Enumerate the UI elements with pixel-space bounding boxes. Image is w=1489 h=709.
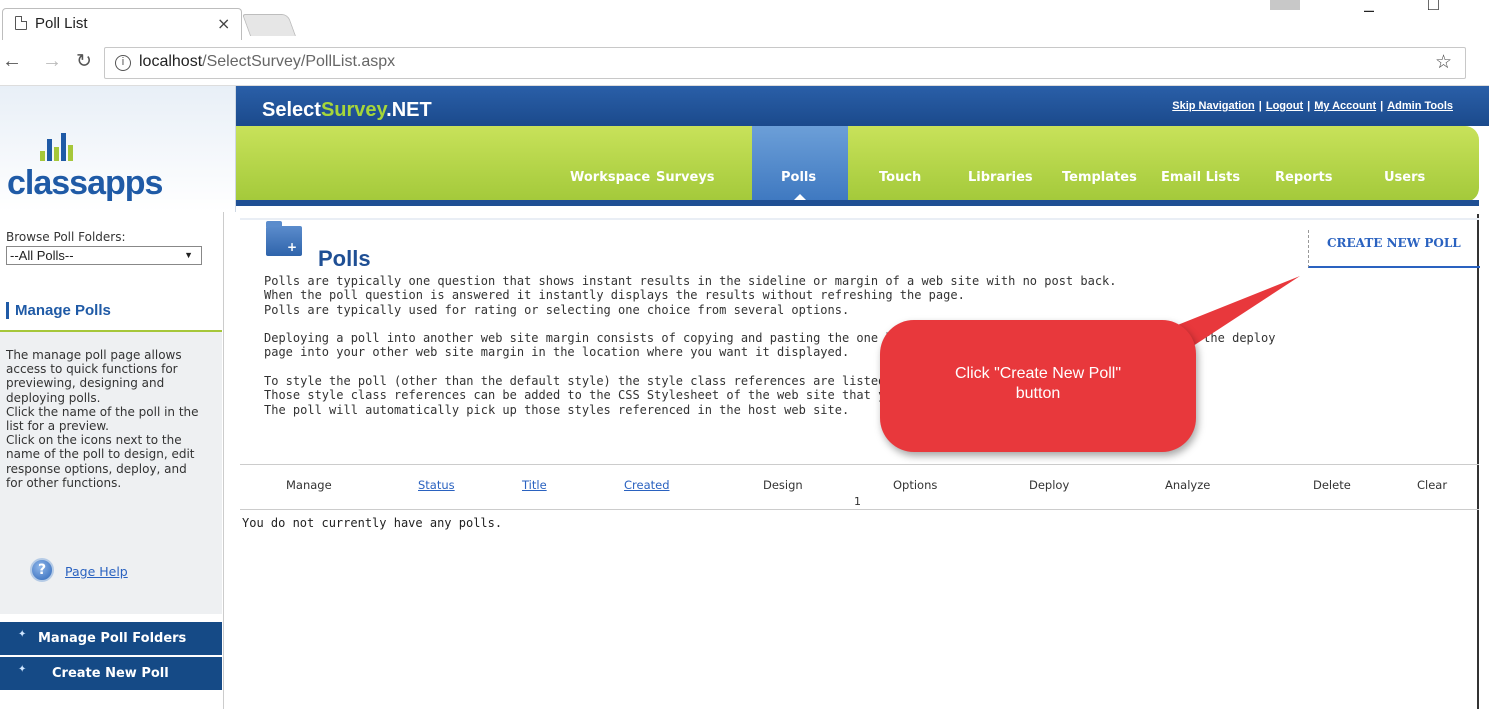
- nav-tab-templates[interactable]: Templates: [1062, 170, 1137, 185]
- left-sidebar: Browse Poll Folders: --All Polls-- ▼ Man…: [0, 212, 224, 709]
- back-arrow-icon[interactable]: ←: [2, 50, 22, 73]
- table-top-rule: [240, 464, 1479, 465]
- nav-tab-libraries[interactable]: Libraries: [968, 170, 1033, 185]
- profile-icon[interactable]: [1270, 0, 1300, 10]
- bookmark-star-icon[interactable]: ☆: [1435, 51, 1452, 73]
- main-content: Polls CREATE NEW POLL Polls are typicall…: [236, 214, 1480, 709]
- star-bullet-icon: ✦: [18, 664, 27, 675]
- page-help-link[interactable]: Page Help: [65, 564, 128, 579]
- nav-tab-surveys[interactable]: Surveys: [656, 170, 715, 185]
- help-icon[interactable]: ?: [30, 558, 54, 582]
- tab-title: Poll List: [35, 15, 88, 32]
- my-account-link[interactable]: My Account: [1314, 100, 1376, 112]
- dropdown-caret-icon: ▼: [184, 250, 193, 260]
- column-header-title[interactable]: Title: [522, 478, 547, 492]
- nav-underline: [236, 200, 1479, 206]
- column-header-options: Options: [893, 478, 938, 492]
- nav-tab-polls[interactable]: Polls: [781, 170, 816, 185]
- column-header-delete: Delete: [1313, 478, 1351, 492]
- url-path: /SelectSurvey/PollList.aspx: [202, 53, 396, 70]
- browser-tabstrip: Poll List × – □: [0, 0, 1489, 40]
- nav-bar: [236, 126, 1479, 202]
- logo-text: classapps: [7, 164, 163, 202]
- logo-area: classapps: [0, 86, 236, 212]
- callout-text: Click "Create New Poll" button: [954, 365, 1122, 402]
- nav-tab-users[interactable]: Users: [1384, 170, 1425, 185]
- poll-folder-select-value: --All Polls--: [10, 248, 74, 263]
- reload-icon[interactable]: ↻: [76, 50, 92, 73]
- active-tab-arrow-icon: [794, 194, 806, 200]
- sidebar-create-new-poll-button[interactable]: ✦ Create New Poll: [0, 657, 222, 690]
- nav-tab-workspace[interactable]: Workspace: [570, 170, 650, 185]
- top-links: Skip Navigation | Logout | My Account | Admin …: [1172, 100, 1453, 112]
- brand-suffix: .NET: [386, 99, 432, 121]
- page-icon: [15, 16, 27, 30]
- column-header-deploy: Deploy: [1029, 478, 1070, 492]
- page-title: Polls: [318, 246, 371, 271]
- create-new-poll-button[interactable]: CREATE NEW POLL: [1308, 230, 1480, 268]
- polls-description: Polls are typically one question that sh…: [264, 274, 1464, 431]
- forward-arrow-icon[interactable]: →: [42, 50, 62, 73]
- manage-poll-folders-button[interactable]: ✦ Manage Poll Folders: [0, 622, 222, 655]
- address-bar[interactable]: i localhost/SelectSurvey/PollList.aspx ☆: [104, 47, 1466, 79]
- tab-close-icon[interactable]: ×: [217, 14, 230, 33]
- url-text: localhost/SelectSurvey/PollList.aspx: [139, 53, 395, 71]
- nav-tab-touch[interactable]: Touch: [879, 170, 921, 185]
- manage-polls-description: The manage poll page allows access to qu…: [6, 348, 199, 490]
- admin-tools-link[interactable]: Admin Tools: [1387, 100, 1453, 112]
- brand-accent: Survey: [320, 99, 387, 121]
- nav-active-highlight: [752, 126, 848, 202]
- manage-polls-heading: Manage Polls: [6, 302, 111, 319]
- skip-navigation-link[interactable]: Skip Navigation: [1172, 100, 1255, 112]
- brand-prefix: Select: [262, 99, 321, 121]
- new-tab-button[interactable]: [241, 14, 297, 36]
- browse-folders-label: Browse Poll Folders:: [6, 230, 126, 244]
- create-new-poll-label: CREATE NEW POLL: [1327, 236, 1461, 250]
- description-paragraph: Polls are typically one question that sh…: [264, 274, 1117, 317]
- column-header-clear: Clear: [1417, 478, 1448, 492]
- logout-link[interactable]: Logout: [1266, 100, 1303, 112]
- column-header-manage: Manage: [286, 478, 332, 492]
- column-header-design: Design: [763, 478, 803, 492]
- nav-tab-reports[interactable]: Reports: [1275, 170, 1332, 185]
- content-top-border: [240, 218, 1479, 220]
- description-paragraph: To style the poll (other than the defaul…: [264, 374, 936, 417]
- browser-tab[interactable]: Poll List ×: [2, 8, 242, 40]
- column-header-status[interactable]: Status: [418, 478, 455, 492]
- sidebar-create-new-poll-label: Create New Poll: [52, 666, 169, 681]
- star-bullet-icon: ✦: [18, 629, 27, 640]
- folder-icon: [266, 221, 302, 256]
- maximize-icon[interactable]: □: [1428, 0, 1439, 15]
- nav-tab-email-lists[interactable]: Email Lists: [1161, 170, 1240, 185]
- poll-folder-select[interactable]: --All Polls-- ▼: [6, 246, 202, 265]
- empty-polls-message: You do not currently have any polls.: [242, 516, 503, 530]
- manage-polls-panel: The manage poll page allows access to qu…: [0, 332, 222, 614]
- column-header-analyze: Analyze: [1165, 478, 1211, 492]
- table-bottom-rule: [240, 509, 1479, 510]
- logo-bars-icon: [40, 131, 80, 161]
- url-host: localhost: [139, 53, 203, 70]
- page-number[interactable]: 1: [854, 495, 861, 508]
- callout-bubble: Click "Create New Poll" button: [880, 320, 1196, 452]
- info-icon[interactable]: i: [115, 55, 131, 71]
- minimize-icon[interactable]: –: [1364, 0, 1374, 21]
- manage-poll-folders-label: Manage Poll Folders: [38, 631, 187, 646]
- description-paragraph: Deploying a poll into another web site m…: [264, 331, 1276, 360]
- browser-toolbar: ← → ↻ i localhost/SelectSurvey/PollList.…: [0, 40, 1489, 86]
- app: SelectSurvey.NET Skip Navigation | Logout |…: [0, 86, 1489, 709]
- brand-name: SelectSurvey.NET: [262, 99, 432, 122]
- column-header-created[interactable]: Created: [624, 478, 670, 492]
